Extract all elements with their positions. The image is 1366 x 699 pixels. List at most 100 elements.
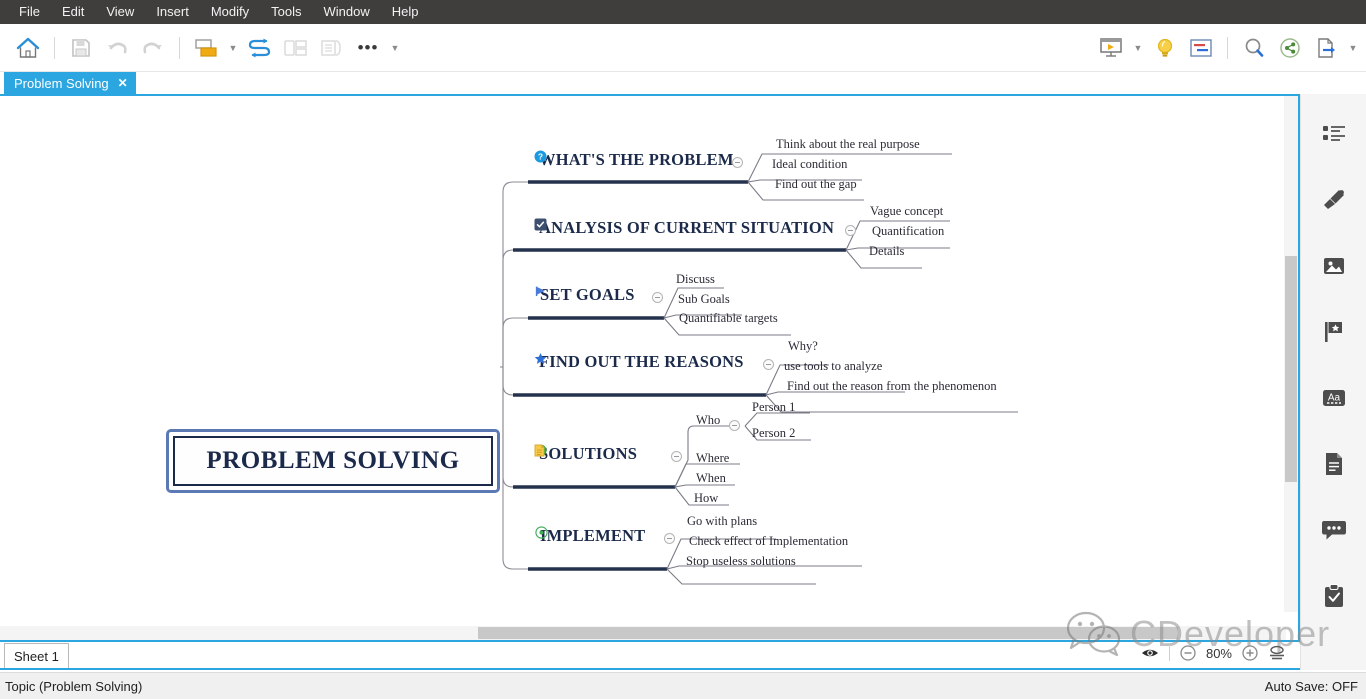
main-topic-set-goals[interactable]: SET GOALS [535, 285, 635, 305]
menu-view[interactable]: View [95, 0, 145, 24]
menu-help[interactable]: Help [381, 0, 430, 24]
menu-edit[interactable]: Edit [51, 0, 95, 24]
subtopic[interactable]: Go with plans [687, 514, 757, 530]
main-topic-label: ANALYSIS OF CURRENT SITUATION [539, 218, 835, 237]
toolbar-separator-2 [179, 36, 180, 59]
subtopic[interactable]: Discuss [676, 272, 715, 288]
main-topic-label: WHAT'S THE PROBLEM [539, 150, 734, 169]
central-topic-label: PROBLEM SOLVING [206, 447, 460, 474]
close-icon[interactable]: ✕ [118, 77, 128, 89]
main-topic-whats-the-problem[interactable]: ? WHAT'S THE PROBLEM [534, 150, 734, 170]
redo-icon[interactable] [135, 28, 171, 68]
home-icon[interactable] [10, 28, 46, 68]
central-topic-inner: PROBLEM SOLVING [173, 436, 493, 486]
subtopic[interactable]: Think about the real purpose [776, 137, 920, 153]
main-topic-label: FIND OUT THE REASONS [539, 352, 744, 371]
menu-file[interactable]: File [8, 0, 51, 24]
subtopic[interactable]: Stop useless solutions [686, 554, 796, 570]
collapse-toggle-analysis-of-current-situation[interactable] [845, 225, 856, 236]
sheet-tab-label: Sheet 1 [14, 648, 59, 664]
menu-window[interactable]: Window [312, 0, 380, 24]
subtopic[interactable]: Quantifiable targets [679, 311, 778, 327]
subtopic[interactable]: Why? [788, 339, 818, 355]
sheet-tab-1[interactable]: Sheet 1 [4, 643, 69, 668]
subtopic[interactable]: Person 2 [752, 426, 795, 441]
collapse-toggle-implement[interactable] [664, 533, 675, 544]
main-topic-analysis-of-current-situation[interactable]: ANALYSIS OF CURRENT SITUATION [534, 218, 834, 238]
document-tab-problem-solving[interactable]: Problem Solving ✕ [4, 72, 136, 94]
zoom-in-button[interactable] [1242, 645, 1258, 661]
notes-icon[interactable] [1310, 438, 1358, 490]
subtopic[interactable]: Person 1 [752, 400, 795, 415]
presentation-dropdown-caret-icon[interactable]: ▼ [1129, 28, 1147, 68]
canvas-vertical-scrollbar[interactable] [1284, 96, 1298, 612]
share-icon[interactable] [1272, 28, 1308, 68]
application-window: File Edit View Insert Modify Tools Windo… [0, 0, 1366, 699]
image-icon[interactable] [1310, 240, 1358, 292]
flag-icon[interactable] [1310, 306, 1358, 358]
main-topic-find-out-the-reasons[interactable]: FIND OUT THE REASONS [534, 352, 744, 372]
collapse-toggle-who[interactable] [729, 420, 740, 431]
subtopic[interactable]: Find out the reason from the phenomenon [787, 379, 997, 395]
menu-tools[interactable]: Tools [260, 0, 312, 24]
toolbar-separator-1 [54, 36, 55, 59]
presentation-icon[interactable] [1093, 28, 1129, 68]
subtopic[interactable]: Quantification [872, 224, 944, 240]
document-tab-label: Problem Solving [14, 75, 109, 91]
subtopic[interactable]: Sub Goals [678, 292, 730, 308]
undo-icon[interactable] [99, 28, 135, 68]
svg-text:?: ? [538, 152, 543, 162]
boundary-icon[interactable] [278, 28, 314, 68]
zoom-out-button[interactable] [1180, 645, 1196, 661]
search-icon[interactable] [1236, 28, 1272, 68]
collapse-toggle-whats-the-problem[interactable] [732, 157, 743, 168]
gantt-icon[interactable] [1183, 28, 1219, 68]
outline-icon[interactable] [1310, 108, 1358, 160]
mindmap-canvas[interactable]: PROBLEM SOLVING ? WHAT'S THE PROBLEM Thi… [0, 96, 1298, 640]
collapse-toggle-solutions[interactable] [671, 451, 682, 462]
more-icon[interactable]: ••• [350, 28, 386, 68]
save-icon[interactable] [63, 28, 99, 68]
canvas-area[interactable]: PROBLEM SOLVING ? WHAT'S THE PROBLEM Thi… [0, 94, 1300, 642]
status-bar: Topic (Problem Solving) Auto Save: OFF [0, 672, 1366, 699]
subtopic[interactable]: Details [869, 244, 904, 260]
subtopic[interactable]: How [694, 491, 718, 506]
svg-text:Aa: Aa [1327, 393, 1340, 404]
brush-icon[interactable] [1310, 174, 1358, 226]
collapse-toggle-find-out-the-reasons[interactable] [763, 359, 774, 370]
focus-eye-icon[interactable] [1141, 646, 1159, 660]
subtopic[interactable]: Where [696, 451, 729, 466]
task-icon[interactable] [1310, 570, 1358, 622]
sheet-bar: Sheet 1 [0, 643, 1300, 670]
menu-insert[interactable]: Insert [145, 0, 200, 24]
menu-modify[interactable]: Modify [200, 0, 260, 24]
mindmap: PROBLEM SOLVING ? WHAT'S THE PROBLEM Thi… [0, 96, 1298, 640]
zoom-controls: 80% [1141, 645, 1286, 661]
canvas-horizontal-scrollbar[interactable] [0, 626, 1286, 640]
export-dropdown-caret-icon[interactable]: ▼ [1344, 28, 1362, 68]
brainstorm-icon[interactable] [1147, 28, 1183, 68]
export-icon[interactable] [1308, 28, 1344, 68]
subtopic[interactable]: Vague concept [870, 204, 943, 220]
toolbar: ▼ ••• ▼ ▼ ▼ [0, 24, 1366, 72]
subtopic[interactable]: Check effect of Implementation [689, 534, 848, 550]
main-topic-solutions[interactable]: SOLUTIONS [534, 444, 643, 464]
subtopic[interactable]: Ideal condition [772, 157, 847, 173]
subtopic[interactable]: Find out the gap [775, 177, 857, 193]
more-dropdown-caret-icon[interactable]: ▼ [386, 28, 404, 68]
central-topic-node[interactable]: PROBLEM SOLVING [166, 429, 500, 493]
comment-icon[interactable] [1310, 504, 1358, 556]
topic-dropdown-caret-icon[interactable]: ▼ [224, 28, 242, 68]
main-topic-implement[interactable]: IMPLEMENT [535, 526, 645, 546]
subtopic[interactable]: Who [696, 413, 720, 428]
summary-icon[interactable] [314, 28, 350, 68]
fit-to-page-button[interactable] [1268, 645, 1286, 661]
canvas-horizontal-scrollbar-thumb[interactable] [478, 627, 1178, 639]
font-icon[interactable]: Aa [1310, 372, 1358, 424]
collapse-toggle-set-goals[interactable] [652, 292, 663, 303]
topic-icon[interactable] [188, 28, 224, 68]
subtopic[interactable]: When [696, 471, 726, 486]
canvas-vertical-scrollbar-thumb[interactable] [1285, 256, 1297, 482]
relationship-icon[interactable] [242, 28, 278, 68]
subtopic[interactable]: use tools to analyze [784, 359, 882, 375]
